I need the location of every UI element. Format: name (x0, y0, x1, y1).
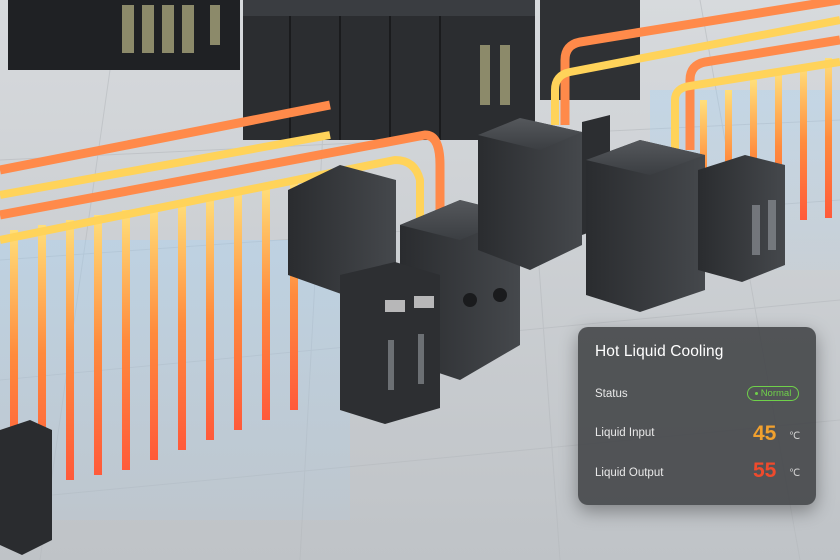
liquid-output-label: Liquid Output (595, 467, 664, 479)
status-panel: Hot Liquid Cooling Status Normal Liquid … (578, 327, 816, 505)
liquid-input-label: Liquid Input (595, 427, 655, 439)
status-badge: Normal (747, 386, 799, 401)
status-dot-icon (754, 392, 758, 395)
liquid-input-value: 45 (753, 422, 777, 445)
liquid-output-unit: ℃ (789, 468, 801, 479)
panel-title: Hot Liquid Cooling (595, 343, 724, 360)
status-label: Status (595, 388, 628, 400)
liquid-output-value: 55 (753, 459, 777, 482)
liquid-input-unit: ℃ (789, 431, 801, 442)
status-value: Normal (760, 388, 792, 399)
